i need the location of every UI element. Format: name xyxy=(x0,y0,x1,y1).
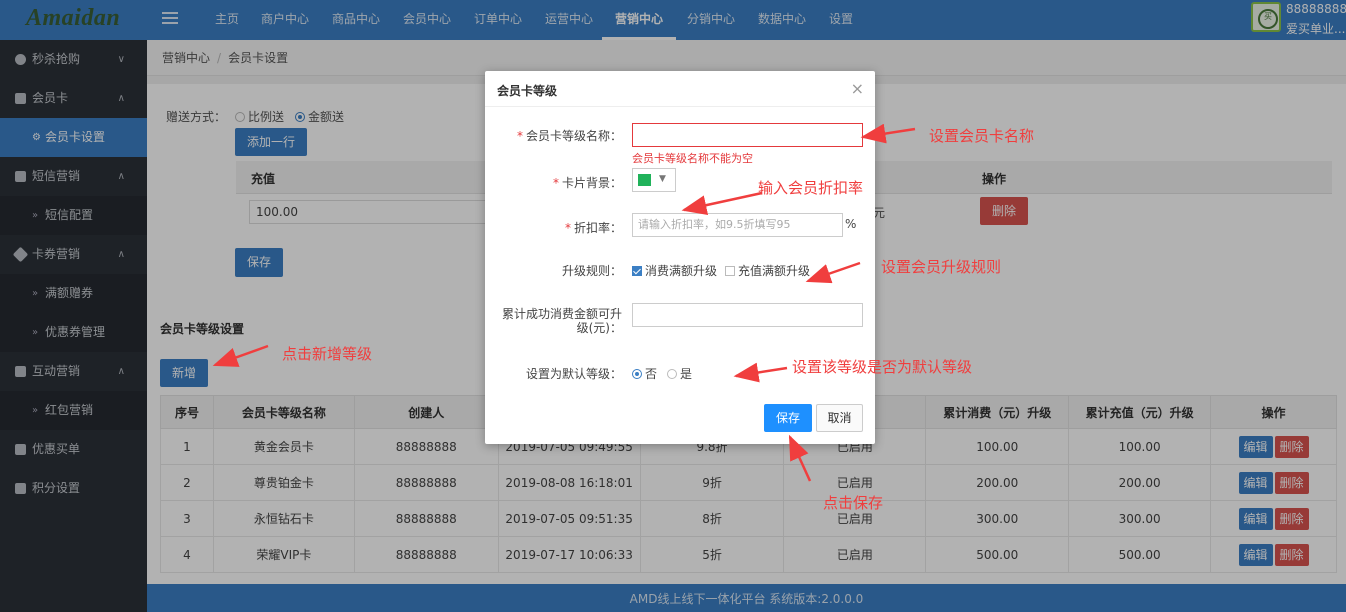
arrow-set-rule xyxy=(805,261,861,284)
arrow-click-add xyxy=(212,344,269,367)
annotation-set-name: 设置会员卡名称 xyxy=(929,127,1035,145)
annotation-set-rule: 设置会员升级规则 xyxy=(881,258,1002,276)
annotation-arrows xyxy=(212,123,916,482)
annotation-click-add: 点击新增等级 xyxy=(282,345,373,363)
arrow-set-default xyxy=(733,362,788,383)
arrow-input-discount xyxy=(681,191,763,215)
annotation-input-discount: 输入会员折扣率 xyxy=(758,179,864,197)
arrow-set-name xyxy=(860,123,916,144)
annotation-click-save: 点击保存 xyxy=(823,494,884,512)
annotation-set-default: 设置该等级是否为默认等级 xyxy=(792,358,973,376)
arrow-click-save xyxy=(788,434,812,482)
